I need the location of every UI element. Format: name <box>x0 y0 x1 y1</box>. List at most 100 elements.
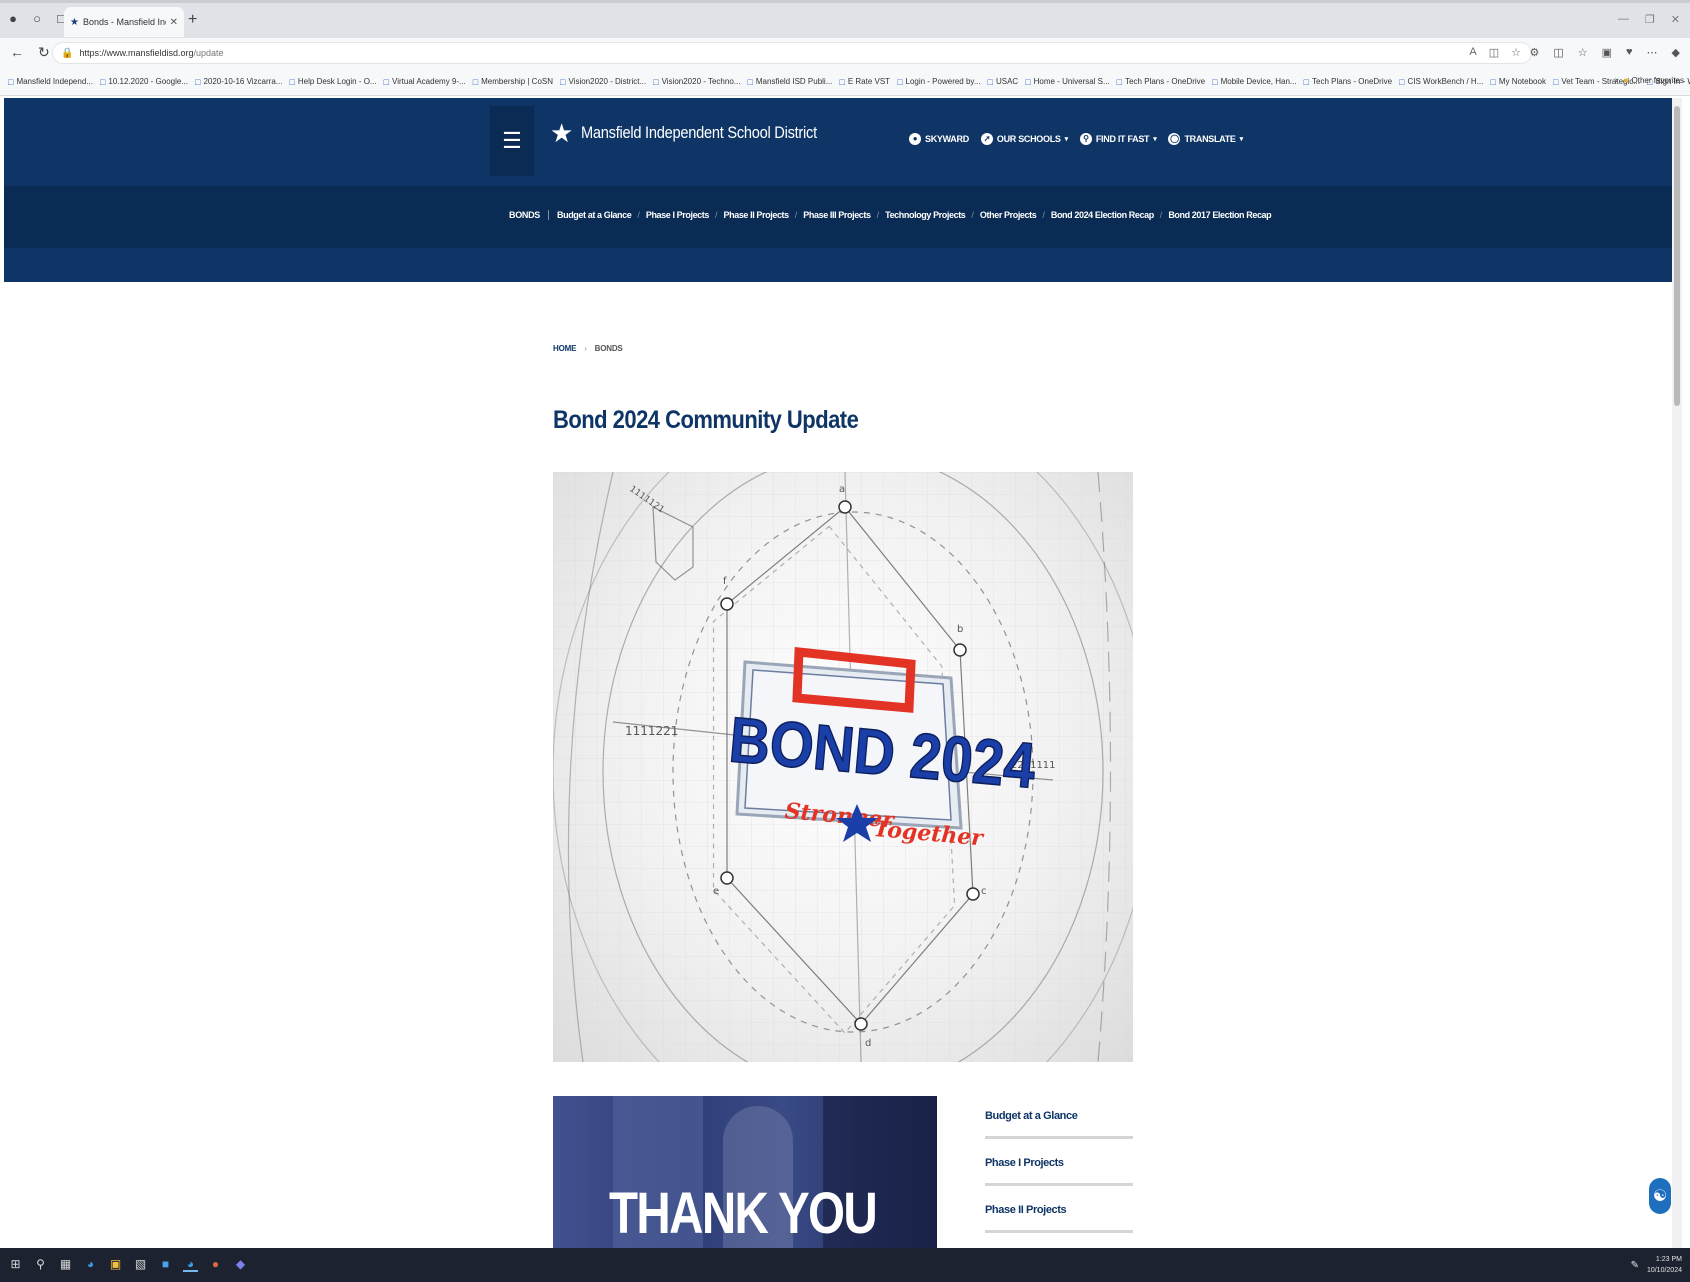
browser-tab-active[interactable]: ★ Bonds - Mansfield Independent S ✕ <box>64 7 184 37</box>
bookmark-page-icon: □ <box>839 76 845 87</box>
bookmark-item[interactable]: □ Home - Universal S... <box>1025 77 1109 87</box>
subnav-link[interactable]: Phase I Projects <box>646 210 710 220</box>
tab-title: Bonds - Mansfield Independent S <box>82 17 166 27</box>
refresh-icon[interactable]: ↻ <box>38 44 50 61</box>
translate-dropdown[interactable]: ◯ TRANSLATE ▾ <box>1168 133 1244 145</box>
bookmark-item[interactable]: □ 2020-10-16 Vizcarra... <box>195 77 282 87</box>
read-aloud-icon[interactable]: A <box>1469 46 1476 59</box>
bookmark-item[interactable]: □ Mansfield Independ... <box>8 77 93 87</box>
bookmark-item[interactable]: □ My Notebook <box>1490 77 1546 87</box>
skyward-link[interactable]: ● SKYWARD <box>909 133 969 145</box>
side-link-budget-at-a-glance[interactable]: Budget at a Glance <box>985 1110 1133 1139</box>
extensions-icon[interactable]: ⚙ <box>1529 46 1539 59</box>
search-icon: ⚲ <box>1079 133 1092 145</box>
bookmark-item[interactable]: □ Tech Plans - OneDrive <box>1304 77 1392 87</box>
store-icon[interactable]: ■ <box>158 1257 173 1272</box>
chevron-down-icon: ▾ <box>1064 136 1069 143</box>
bookmark-item[interactable]: □ Membership | CoSN <box>473 77 553 87</box>
notepad-icon[interactable]: ▧ <box>133 1257 148 1272</box>
diagram-label-b: b <box>957 624 963 635</box>
edge-icon[interactable]: ◕ <box>83 1257 98 1272</box>
other-favorites-label: Other favorites <box>1631 76 1684 85</box>
find-it-fast-dropdown[interactable]: ⚲ FIND IT FAST ▾ <box>1079 133 1157 145</box>
more-options-icon[interactable]: ⋯ <box>1647 46 1658 59</box>
browser-essentials-icon[interactable]: ♥ <box>1626 46 1633 59</box>
file-explorer-icon[interactable]: ▣ <box>108 1257 123 1272</box>
bookmark-item[interactable]: □ Tech Plans - OneDrive <box>1117 77 1205 87</box>
task-view-icon[interactable]: ▦ <box>58 1257 73 1272</box>
teams-icon[interactable]: ◆ <box>233 1257 248 1272</box>
bookmark-item[interactable]: □ CIS WorkBench / H... <box>1399 77 1483 87</box>
side-link-phase-ii-projects[interactable]: Phase II Projects <box>985 1204 1133 1233</box>
subnav-link[interactable]: Bond 2024 Election Recap <box>1051 210 1154 220</box>
bookmark-page-icon: □ <box>289 76 295 87</box>
thank-you-thumbnail[interactable]: THANK YOU <box>553 1096 937 1248</box>
bookmark-item[interactable]: □ Login - Powered by... <box>897 77 980 87</box>
chevron-down-icon: ▾ <box>1239 136 1244 143</box>
workspaces-icon[interactable]: ○ <box>30 11 44 27</box>
bookmark-item[interactable]: □ Mobile Device, Han... <box>1212 77 1296 87</box>
bookmark-page-icon: □ <box>1212 76 1218 87</box>
subnav-bonds-link[interactable]: BONDS <box>509 210 550 220</box>
new-tab-button[interactable]: + <box>188 11 197 29</box>
chevron-right-icon: › <box>584 344 587 353</box>
subnav-link[interactable]: Technology Projects <box>885 210 966 220</box>
our-schools-dropdown[interactable]: ➚ OUR SCHOOLS ▾ <box>980 133 1069 145</box>
app-available-icon[interactable]: ◫ <box>1489 46 1499 59</box>
collections-icon[interactable]: ▣ <box>1602 46 1612 59</box>
bookmark-item[interactable]: □ Mansfield ISD Publi... <box>747 77 832 87</box>
favorites-icon[interactable]: ☆ <box>1578 46 1588 59</box>
bookmark-item[interactable]: □ Vision2020 - District... <box>560 77 646 87</box>
subnav-link[interactable]: Phase II Projects <box>724 210 790 220</box>
favorite-star-icon[interactable]: ☆ <box>1511 46 1521 59</box>
search-icon[interactable]: ⚲ <box>33 1257 48 1272</box>
split-screen-icon[interactable]: ◫ <box>1553 46 1563 59</box>
bookmarks-bar: □ Mansfield Independ... □ 10.12.2020 - Goog… <box>0 68 1690 96</box>
subnav-link[interactable]: Phase III Projects <box>803 210 871 220</box>
other-favorites-folder[interactable]: ■ Other favorites <box>1624 76 1684 85</box>
accessibility-icon: ☯ <box>1652 1188 1668 1205</box>
close-tab-icon[interactable]: ✕ <box>170 17 178 28</box>
address-actions: A ◫ ☆ <box>1469 46 1521 59</box>
user-icon: ● <box>909 133 921 145</box>
accessibility-button[interactable]: ☯ <box>1649 1178 1671 1214</box>
site-favicon-icon: ★ <box>70 16 79 28</box>
bookmark-page-icon: □ <box>1490 76 1496 87</box>
profile-icon[interactable]: ● <box>6 11 20 27</box>
restore-icon[interactable]: ❐ <box>1645 13 1655 26</box>
breadcrumb-home-link[interactable]: HOME <box>553 344 576 353</box>
bookmarks-overflow-icon[interactable]: › <box>1615 75 1618 86</box>
breadcrumb: HOME › BONDS <box>553 344 623 353</box>
page-scrollbar[interactable] <box>1672 98 1682 1248</box>
bookmark-item[interactable]: □ Virtual Academy 9-... <box>384 77 466 87</box>
url-domain: https://www.mansfieldisd.org <box>79 48 194 58</box>
bookmark-page-icon: □ <box>560 76 566 87</box>
powerpoint-icon[interactable]: ● <box>208 1257 223 1272</box>
bookmark-label: USAC <box>995 77 1019 86</box>
scrollbar-thumb[interactable] <box>1674 106 1680 406</box>
hamburger-menu-button[interactable]: ☰ <box>490 106 534 176</box>
minimize-icon[interactable]: — <box>1618 13 1629 26</box>
district-logo-link[interactable]: ★ Mansfield Independent School District <box>550 120 856 146</box>
bookmark-item[interactable]: □ 10.12.2020 - Google... <box>100 77 188 87</box>
subnav-link[interactable]: Other Projects <box>980 210 1037 220</box>
bookmark-item[interactable]: □ Help Desk Login - O... <box>289 77 376 87</box>
address-bar[interactable]: 🔒 https://www.mansfieldisd.org/update A … <box>52 42 1532 64</box>
bookmark-item[interactable]: □ Vision2020 - Techno... <box>653 77 740 87</box>
back-icon[interactable]: ← <box>10 44 24 61</box>
close-window-icon[interactable]: ✕ <box>1671 13 1680 26</box>
lock-icon[interactable]: 🔒 <box>61 48 73 59</box>
start-icon[interactable]: ⊞ <box>8 1257 23 1272</box>
bookmark-item[interactable]: □ E Rate VST <box>839 77 890 87</box>
subnav-link[interactable]: Bond 2017 Election Recap <box>1168 210 1271 220</box>
side-navigation: Budget at a Glance Phase I Projects Phas… <box>985 1110 1133 1248</box>
subnav-link[interactable]: Budget at a Glance <box>557 210 632 220</box>
bookmark-item[interactable]: □ USAC <box>988 77 1019 87</box>
pen-icon[interactable]: ✎ <box>1631 1260 1639 1271</box>
taskbar-clock[interactable]: 1:23 PM 10/10/2024 <box>1647 1254 1682 1276</box>
thank-you-text: THANK YOU <box>609 1181 878 1246</box>
copilot-icon[interactable]: ◆ <box>1672 46 1680 59</box>
edge-active-icon[interactable]: ◕ <box>183 1257 198 1272</box>
subnav-separator: / <box>1159 210 1163 220</box>
side-link-phase-i-projects[interactable]: Phase I Projects <box>985 1157 1133 1186</box>
